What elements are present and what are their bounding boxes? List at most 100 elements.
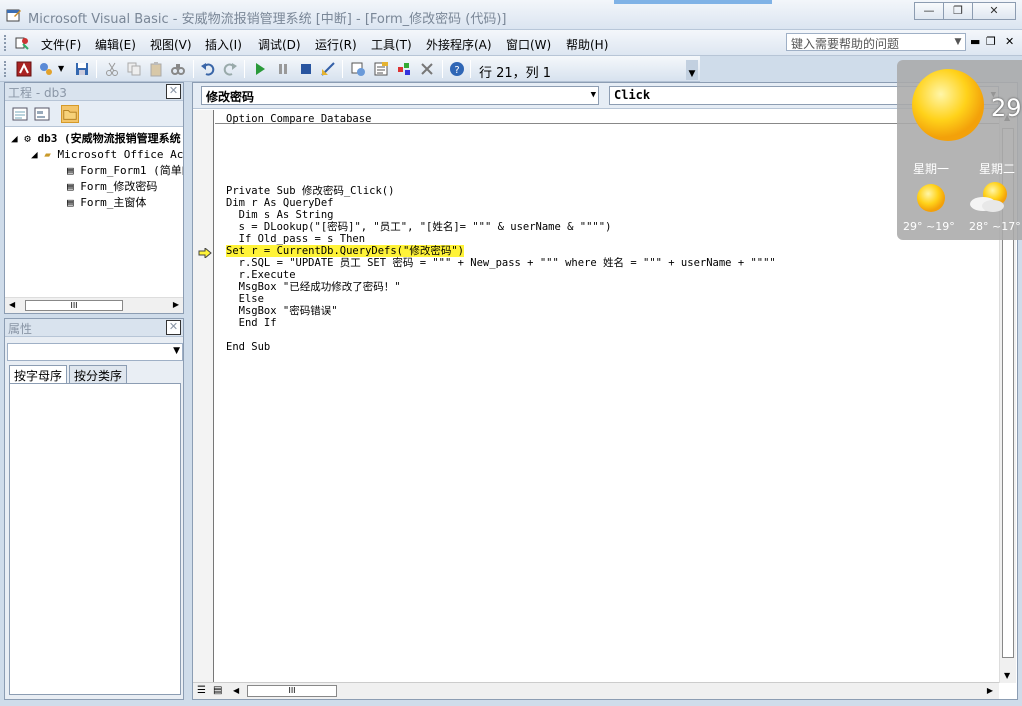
toolbox-icon[interactable]: [419, 61, 435, 77]
code-horizontal-scrollbar[interactable]: ☰ ▤ ◀ III ▶: [193, 682, 999, 699]
cut-icon[interactable]: [104, 61, 120, 77]
view-code-icon[interactable]: [11, 105, 29, 123]
form-module-icon: ▤: [67, 196, 74, 209]
code-editor[interactable]: Option Compare Database Private Sub 修改密码_…: [193, 110, 999, 683]
close-button[interactable]: ✕: [972, 2, 1016, 20]
code-line[interactable]: s = DLookup("[密码]", "员工", "[姓名]= """ & u…: [226, 221, 612, 233]
redo-icon[interactable]: [222, 61, 238, 77]
project-explorer-icon[interactable]: [350, 61, 366, 77]
break-icon[interactable]: [275, 61, 291, 77]
code-line-current[interactable]: Set r = CurrentDb.QueryDefs("修改密码"): [226, 245, 464, 257]
scroll-right-icon[interactable]: ▶: [987, 686, 993, 695]
menu-run[interactable]: 运行(R): [315, 36, 357, 53]
tree-node-db3[interactable]: ◢ ⚙ db3 (安威物流报销管理系统: [11, 131, 181, 147]
properties-pane-title: 属性: [8, 322, 33, 336]
run-icon[interactable]: [252, 61, 268, 77]
menu-file[interactable]: 文件(F): [41, 36, 81, 53]
code-line[interactable]: MsgBox "密码错误": [226, 305, 338, 317]
object-combo[interactable]: 修改密码 ▼: [201, 86, 599, 105]
forecast-range-2: 28° ~17°: [969, 220, 1021, 233]
menu-window[interactable]: 窗口(W): [506, 36, 551, 53]
save-icon[interactable]: [74, 61, 90, 77]
chevron-down-icon[interactable]: ▼: [591, 90, 596, 100]
tab-alphabetic[interactable]: 按字母序: [9, 365, 68, 383]
toolbar-options-chevron[interactable]: ▼: [686, 60, 698, 80]
code-line[interactable]: End If: [226, 317, 277, 329]
mdi-restore-button[interactable]: ❐: [986, 35, 996, 48]
properties-grid[interactable]: [9, 383, 181, 695]
tree-label: Form_主窗体: [80, 196, 147, 209]
scroll-thumb[interactable]: III: [25, 300, 123, 311]
paste-icon[interactable]: [148, 61, 164, 77]
code-window-icon[interactable]: [14, 36, 30, 50]
view-access-icon[interactable]: [16, 61, 32, 77]
partly-cloudy-icon: [970, 182, 1007, 212]
menu-help[interactable]: 帮助(H): [566, 36, 608, 53]
toolbar-separator: [470, 60, 471, 78]
chevron-down-icon[interactable]: ▼: [173, 346, 180, 356]
chevron-down-icon[interactable]: ▼: [951, 34, 965, 50]
mdi-minimize-button[interactable]: ▬: [970, 35, 980, 48]
tab-categorized[interactable]: 按分类序: [69, 365, 128, 383]
menu-insert[interactable]: 插入(I): [205, 36, 242, 53]
copy-icon[interactable]: [126, 61, 142, 77]
close-icon[interactable]: ✕: [166, 320, 181, 335]
code-line[interactable]: Private Sub 修改密码_Click(): [226, 185, 394, 197]
collapse-icon[interactable]: ◢: [11, 132, 18, 145]
insert-module-icon[interactable]: [38, 61, 54, 77]
full-module-view-icon[interactable]: ▤: [213, 685, 222, 696]
tree-node-form-change-password[interactable]: ▤ Form_修改密码: [67, 179, 157, 195]
help-search-input[interactable]: 键入需要帮助的问题 ▼: [786, 33, 966, 51]
scroll-thumb[interactable]: III: [247, 685, 337, 697]
weather-gadget[interactable]: 29 星期一 星期二 29° ~19° 28° ~17°: [897, 60, 1022, 240]
toolbar-separator: [442, 60, 443, 78]
code-line[interactable]: Option Compare Database: [226, 113, 371, 125]
find-icon[interactable]: [170, 61, 186, 77]
code-line[interactable]: MsgBox "已经成功修改了密码！": [226, 281, 401, 293]
close-icon[interactable]: ✕: [166, 84, 181, 99]
code-line[interactable]: Else: [226, 293, 264, 305]
toolbar-separator: [96, 60, 97, 78]
view-object-icon[interactable]: [33, 105, 51, 123]
toolbar-separator: [244, 60, 245, 78]
project-horizontal-scrollbar[interactable]: ◀ III ▶: [5, 297, 183, 313]
cursor-position-label: 行 21，列 1: [479, 66, 552, 81]
scroll-down-icon[interactable]: ▼: [1004, 671, 1010, 680]
tree-node-access-objects[interactable]: ◢ ▰ Microsoft Office Ac: [31, 147, 183, 163]
object-selector[interactable]: ▼: [7, 343, 183, 361]
restore-button[interactable]: ❐: [943, 2, 973, 20]
menu-debug[interactable]: 调试(D): [258, 36, 301, 53]
menu-edit[interactable]: 编辑(E): [95, 36, 136, 53]
reset-icon[interactable]: [298, 61, 314, 77]
mdi-close-button[interactable]: ✕: [1005, 35, 1014, 48]
help-icon[interactable]: ?: [449, 61, 465, 77]
tree-node-form-main[interactable]: ▤ Form_主窗体: [67, 195, 146, 211]
scroll-right-icon[interactable]: ▶: [173, 300, 179, 309]
toolbar-grip[interactable]: [4, 61, 7, 77]
collapse-icon[interactable]: ◢: [31, 148, 38, 161]
toolbar-separator: [193, 60, 194, 78]
code-line[interactable]: If Old_pass = s Then: [226, 233, 365, 245]
tree-node-form-form1[interactable]: ▤ Form_Form1 (简单的: [67, 163, 183, 179]
code-line[interactable]: r.Execute: [226, 269, 296, 281]
margin-indicator-bar[interactable]: [193, 110, 214, 683]
procedure-view-icon[interactable]: ☰: [197, 685, 206, 696]
code-line[interactable]: Dim r As QueryDef: [226, 197, 333, 209]
menu-tools[interactable]: 工具(T): [371, 36, 412, 53]
design-mode-icon[interactable]: [320, 61, 336, 77]
code-line[interactable]: Dim s As String: [226, 209, 334, 221]
code-line[interactable]: r.SQL = "UPDATE 员工 SET 密码 = """ + New_pa…: [226, 257, 776, 269]
undo-icon[interactable]: [200, 61, 216, 77]
menu-view[interactable]: 视图(V): [150, 36, 192, 53]
properties-window-icon[interactable]: [373, 61, 389, 77]
help-search-placeholder: 键入需要帮助的问题: [791, 37, 900, 51]
scroll-left-icon[interactable]: ◀: [233, 686, 239, 695]
code-line[interactable]: End Sub: [226, 341, 270, 353]
toggle-folders-icon[interactable]: [61, 105, 79, 123]
menu-addins[interactable]: 外接程序(A): [426, 36, 492, 53]
scroll-left-icon[interactable]: ◀: [9, 300, 15, 309]
chevron-down-icon[interactable]: ▼: [58, 64, 74, 80]
menu-grip[interactable]: [4, 35, 7, 51]
object-browser-icon[interactable]: [396, 61, 412, 77]
minimize-button[interactable]: —: [914, 2, 944, 20]
